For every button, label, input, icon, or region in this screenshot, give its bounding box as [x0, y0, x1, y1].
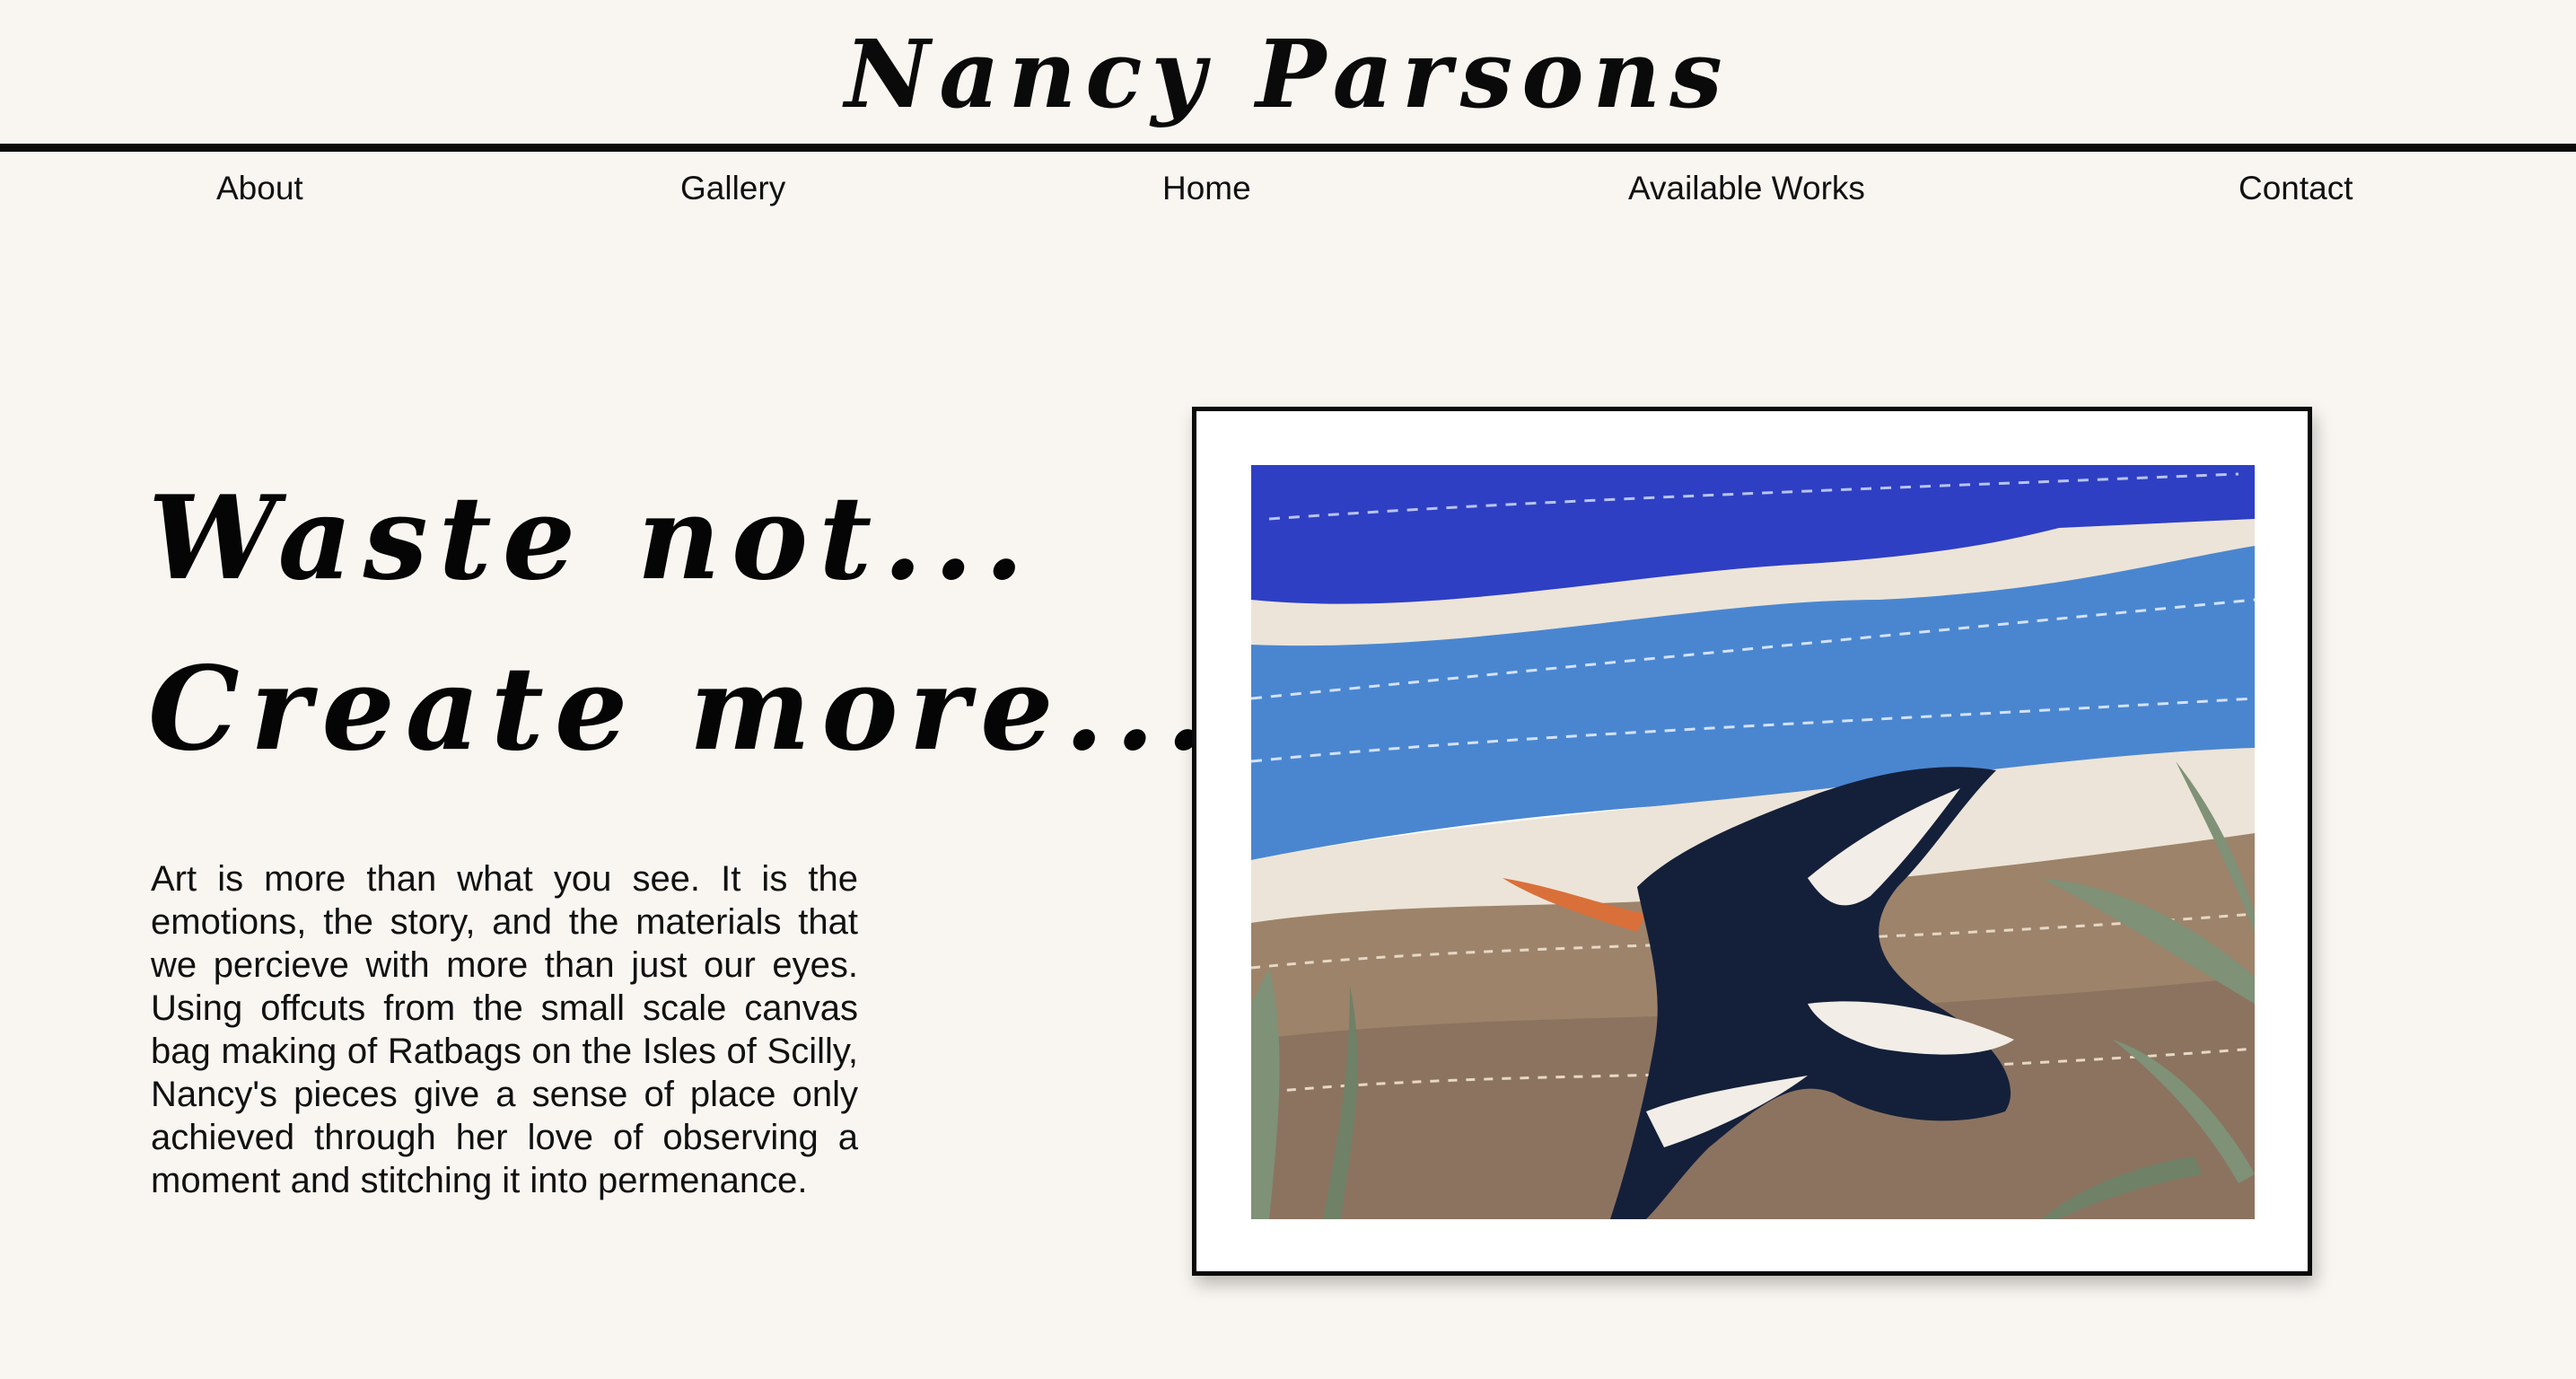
headline-waste-not: Waste not... — [148, 471, 1035, 606]
site-title[interactable]: Nancy Parsons — [0, 7, 2576, 142]
nav-item-home[interactable]: Home — [1162, 162, 1251, 215]
nav-item-contact[interactable]: Contact — [2239, 162, 2353, 215]
headline-create-more: Create more... — [148, 642, 1217, 777]
nav-item-gallery[interactable]: Gallery — [680, 162, 785, 215]
nav-item-available-works[interactable]: Available Works — [1628, 162, 1865, 215]
nav-item-about[interactable]: About — [216, 162, 303, 215]
header-divider — [0, 144, 2576, 152]
hero-description: Art is more than what you see. It is the… — [151, 859, 858, 1200]
textile-artwork-image — [1251, 465, 2255, 1219]
